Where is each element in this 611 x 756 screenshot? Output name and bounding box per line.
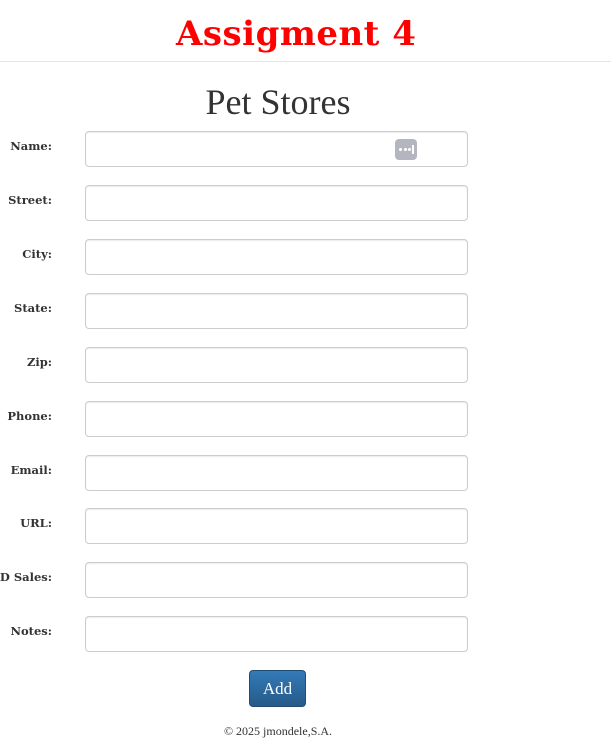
street-label: Street: bbox=[8, 193, 52, 207]
city-label: City: bbox=[22, 247, 52, 261]
form-row-email: Email: bbox=[0, 455, 611, 493]
phone-label: Phone: bbox=[7, 409, 52, 423]
url-input[interactable] bbox=[85, 508, 468, 544]
form-row-url: URL: bbox=[0, 508, 611, 546]
state-label: State: bbox=[14, 301, 52, 315]
zip-input[interactable] bbox=[85, 347, 468, 383]
form-row-street: Street: bbox=[0, 185, 611, 223]
form-row-ytd-sales: YTD Sales: bbox=[0, 562, 611, 600]
city-input[interactable] bbox=[85, 239, 468, 275]
app-title: Assigment 4 bbox=[176, 14, 417, 54]
street-input[interactable] bbox=[85, 185, 468, 221]
page-header: Assigment 4 bbox=[0, 0, 611, 62]
footer-copyright: © 2025 jmondele,S.A. bbox=[223, 724, 333, 738]
page-title: Pet Stores bbox=[205, 82, 351, 122]
notes-input[interactable] bbox=[85, 616, 468, 652]
email-input[interactable] bbox=[85, 455, 468, 491]
state-input[interactable] bbox=[85, 293, 468, 329]
form-row-notes: Notes: bbox=[0, 616, 611, 654]
notes-label: Notes: bbox=[10, 624, 52, 638]
form-row-city: City: bbox=[0, 239, 611, 277]
ytd-sales-label: YTD Sales: bbox=[0, 570, 52, 584]
autofill-icon[interactable] bbox=[395, 139, 417, 160]
form-row-name: Name: bbox=[0, 131, 611, 169]
form-row-zip: Zip: bbox=[0, 347, 611, 385]
url-label: URL: bbox=[20, 516, 52, 530]
add-button[interactable]: Add bbox=[249, 670, 306, 707]
form-row-phone: Phone: bbox=[0, 401, 611, 439]
ytd-sales-input[interactable] bbox=[85, 562, 468, 598]
name-label: Name: bbox=[10, 139, 52, 153]
zip-label: Zip: bbox=[26, 355, 52, 369]
email-label: Email: bbox=[10, 463, 52, 477]
form-row-state: State: bbox=[0, 293, 611, 331]
phone-input[interactable] bbox=[85, 401, 468, 437]
